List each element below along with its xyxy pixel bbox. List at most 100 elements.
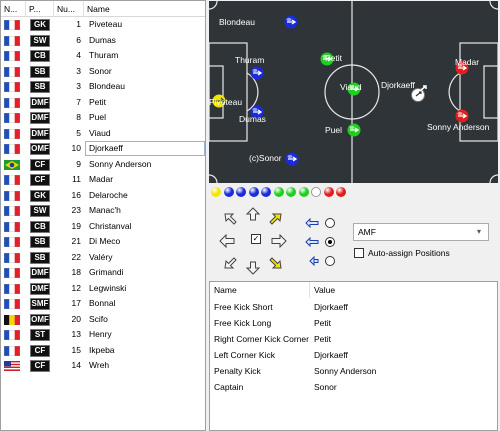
properties-header: Name Value [210, 282, 499, 298]
roster-row[interactable]: SB 3 Sonor [1, 64, 205, 80]
property-row[interactable]: Left Corner Kick Djorkaeff [210, 347, 499, 363]
player-name: Viaud [89, 127, 111, 138]
column-header-name[interactable]: Name [84, 1, 205, 17]
position-badge: CB [30, 50, 50, 62]
roster-row[interactable]: OMF 20 Scifo [1, 312, 205, 328]
flag-fr-icon [3, 128, 21, 139]
arrow-up-right-icon[interactable] [267, 212, 283, 226]
arrow-down-right-icon[interactable] [267, 256, 283, 270]
position-badge: DMF [30, 282, 50, 295]
property-row[interactable]: Free Kick Long Petit [210, 315, 499, 331]
property-row[interactable]: Right Corner Kick Corner Petit [210, 331, 499, 347]
arrow-down-left-icon[interactable] [223, 256, 239, 270]
roster-row[interactable]: DMF 5 Viaud [1, 126, 205, 142]
pitch-player-label: Sonny Anderson [427, 122, 490, 132]
formation-ball-green [298, 187, 309, 197]
flag-fr-icon [3, 267, 21, 279]
position-badge: CF [30, 158, 50, 171]
roster-row[interactable]: GK 16 Delaroche [1, 188, 205, 204]
move-back-arrow-icon [309, 256, 319, 266]
roster-row[interactable]: CB 19 Christanval [1, 219, 205, 235]
column-header-nationality[interactable]: N... [1, 1, 26, 17]
flag-fr-icon [3, 81, 21, 93]
player-name: Dumas [89, 34, 116, 45]
roster-row[interactable]: CB 4 Thuram [1, 48, 205, 64]
property-row[interactable]: Free Kick Short Djorkaeff [210, 299, 499, 315]
player-number: 14 [71, 360, 81, 370]
pitch-player-marker[interactable] [285, 152, 299, 168]
roster-row[interactable]: CF 14 Wreh [1, 358, 205, 374]
player-name: Wreh [89, 360, 110, 370]
arrow-right-icon[interactable] [271, 234, 287, 248]
player-number: 17 [71, 298, 81, 308]
auto-assign-checkbox[interactable] [354, 248, 364, 258]
property-row[interactable]: Penalty Kick Sonny Anderson [210, 363, 499, 379]
formation-ball-blue [236, 187, 246, 197]
player-name: Sonny Anderson [89, 158, 152, 169]
roster-row[interactable]: CF 15 Ikpeba [1, 343, 205, 359]
roster-row[interactable]: CF 11 Madar [1, 172, 205, 188]
roster-row[interactable]: DMF 8 Puel [1, 110, 205, 126]
position-select-value: AMF [358, 227, 376, 237]
column-header-position[interactable]: P... [26, 1, 54, 17]
roster-row[interactable]: DMF 12 Legwinski [1, 281, 205, 297]
pitch-player-marker[interactable] [250, 66, 264, 82]
property-value: Djorkaeff [314, 350, 348, 360]
position-badge: SB [30, 65, 50, 78]
arrow-up-icon[interactable] [245, 207, 261, 221]
position-select[interactable]: AMF ▾ [353, 223, 489, 241]
arrow-left-icon[interactable] [219, 234, 235, 248]
roster-row[interactable]: SMF 17 Bonnal [1, 296, 205, 312]
flag-fr-icon [3, 298, 21, 310]
position-badge: CF [30, 344, 50, 357]
player-number: 20 [71, 313, 81, 324]
position-controls: ✓ AMF ▾ Auto-assign Positions [209, 201, 498, 280]
property-name: Penalty Kick [214, 366, 261, 376]
roster-row[interactable]: OMF 10 Djorkaeff [1, 141, 205, 157]
roster-row[interactable]: GK 1 Piveteau [1, 17, 205, 33]
roster-row[interactable]: CF 9 Sonny Anderson [1, 157, 205, 173]
player-number: 3 [76, 65, 81, 76]
roster-row[interactable]: DMF 7 Petit [1, 95, 205, 111]
pitch-player-marker[interactable] [284, 15, 298, 31]
player-name: Legwinski [89, 282, 127, 293]
player-name: Djorkaeff [85, 141, 205, 156]
flag-fr-icon [3, 19, 21, 31]
roster-row[interactable]: SW 23 Manac'h [1, 203, 205, 219]
roster-row[interactable]: SW 6 Dumas [1, 33, 205, 49]
property-name: Free Kick Short [214, 302, 273, 312]
roster-row[interactable]: SB 3 Blondeau [1, 79, 205, 95]
pitch-player-label: Piveteau [209, 97, 243, 107]
arrow-up-left-icon[interactable] [223, 212, 239, 226]
arrow-down-icon[interactable] [245, 261, 261, 275]
roster-row[interactable]: ST 13 Henry [1, 327, 205, 343]
movement-radio-hold[interactable] [325, 237, 335, 247]
column-header-number[interactable]: Nu... [54, 1, 84, 17]
center-toggle-checkbox[interactable]: ✓ [251, 234, 261, 244]
roster-row[interactable]: SB 22 Valéry [1, 250, 205, 266]
pitch-view[interactable]: Blondeau Thuram Piveteau Dumas Petit Viaud Pue… [209, 1, 498, 183]
properties-column-value[interactable]: Value [310, 282, 499, 298]
chevron-down-icon: ▾ [476, 227, 481, 236]
property-name: Free Kick Long [214, 318, 272, 328]
player-number: 22 [71, 251, 81, 262]
movement-radio-back[interactable] [325, 256, 335, 266]
position-badge: CF [30, 174, 50, 186]
formation-ball-blue [248, 187, 259, 197]
player-name: Piveteau [89, 19, 123, 29]
flag-fr-icon [3, 252, 21, 263]
flag-fr-icon [3, 50, 21, 62]
movement-radio-forward[interactable] [325, 218, 335, 228]
player-number: 10 [71, 143, 81, 153]
player-number: 15 [71, 344, 81, 355]
roster-list[interactable]: N... P... Nu... Name GK 1 Piveteau SW 6 Dumas… [0, 0, 206, 431]
player-name: Delaroche [89, 189, 128, 200]
flag-fr-icon [3, 66, 21, 77]
roster-row[interactable]: DMF 18 Grimandi [1, 265, 205, 281]
player-name: Madar [89, 174, 114, 184]
property-row[interactable]: Captain Sonor [210, 379, 499, 395]
roster-row[interactable]: SB 21 Di Meco [1, 234, 205, 250]
roster-header: N... P... Nu... Name [1, 1, 205, 17]
pitch-player-marker[interactable] [347, 123, 361, 139]
properties-column-name[interactable]: Name [210, 282, 310, 298]
